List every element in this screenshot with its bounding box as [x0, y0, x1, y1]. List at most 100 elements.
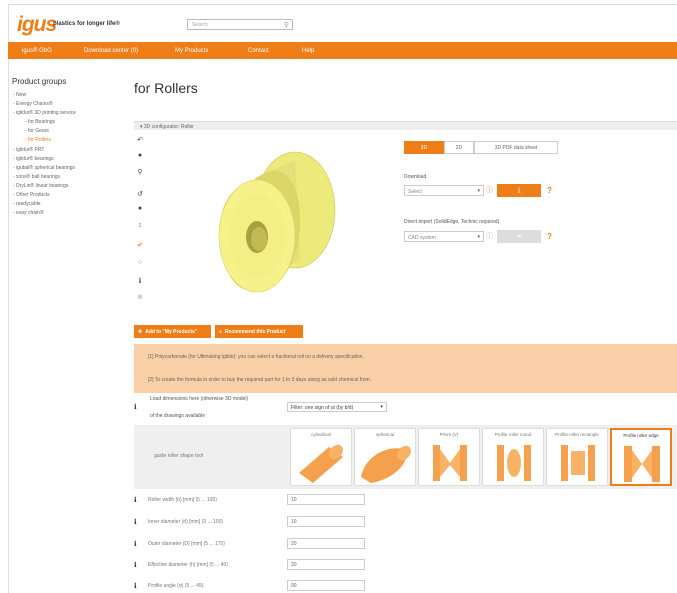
dimension-row: ℹ Outer diameter (D) [mm] (5 ... 175) 20	[134, 538, 374, 550]
dimension-row: ℹ Profile angle (α) (5 ... 45) 90	[134, 580, 374, 592]
material-select[interactable]: Filter: one sign of ut (by b/d) ▾	[287, 402, 387, 412]
notice-box: [1] Polycarbonate (for Ultimaking iglide…	[134, 344, 677, 393]
sidebar-item[interactable]: - Other Products	[13, 192, 50, 198]
sidebar-item[interactable]: - xiros® ball bearings	[13, 174, 60, 180]
info-icon[interactable]: ℹ	[135, 277, 145, 285]
sidebar-item[interactable]: - for Bearings	[25, 119, 55, 125]
sidebar-item[interactable]: - iglidur® PRT	[13, 147, 44, 153]
info-icon[interactable]: ℹ	[134, 540, 137, 548]
measure-icon[interactable]: ↕	[135, 222, 145, 229]
rotate-right-icon[interactable]: ●	[135, 205, 145, 212]
recommend-product-button[interactable]: ⨰ Recommend this Product	[215, 325, 303, 338]
sidebar-title: Product groups	[12, 77, 67, 86]
nav-item-contact[interactable]: Contact	[248, 48, 269, 54]
dimension-value: 10	[291, 519, 297, 525]
config-intro: of the drawings available	[150, 413, 206, 419]
prism-profile-icon	[433, 445, 467, 481]
share-label: Recommend this Product	[224, 328, 286, 335]
info-icon[interactable]: ℹ	[134, 496, 137, 504]
format-select[interactable]: Select ▾	[404, 185, 484, 196]
profile-title: Prism (V)	[439, 432, 459, 437]
share-icon: ⨰	[219, 328, 222, 335]
profile-title: cylindrical	[311, 432, 331, 437]
nav-item-help[interactable]: Help	[302, 48, 314, 54]
profile-option-cylindrical[interactable]: cylindrical	[290, 428, 352, 486]
rectangle-profile-icon	[561, 445, 595, 481]
add-label: Add to "My Products"	[145, 328, 198, 335]
info-circle-icon[interactable]: ⓘ	[486, 231, 493, 241]
search-icon[interactable]: ⚲	[284, 21, 289, 29]
configurator-section-bar[interactable]: ▾ 3D configurator: Roller	[134, 121, 677, 130]
info-icon[interactable]: ℹ	[134, 582, 137, 590]
profile-title: Profile roller edge	[623, 433, 659, 438]
sidebar-item[interactable]: - for Gears	[25, 128, 49, 134]
sidebar-item[interactable]: - New	[13, 92, 26, 98]
import-button[interactable]: ➜	[497, 230, 541, 243]
page-header: igus plastics for longer life® Search ⚲	[8, 4, 677, 42]
sidebar-item[interactable]: - iglidur® 3D printing service	[13, 110, 76, 116]
spherical-profile-icon	[361, 445, 411, 483]
roller-width-input[interactable]: 10	[287, 494, 365, 505]
info-circle-icon[interactable]: ⓘ	[486, 185, 493, 195]
sidebar-item[interactable]: - iglidur® bearings	[13, 156, 54, 162]
profile-option-rectangle[interactable]: Profile roller rectangle	[546, 428, 608, 486]
dimension-value: 90	[291, 583, 297, 589]
sidebar-item[interactable]: - Energy Chains®	[13, 101, 53, 107]
dimension-label: Profile angle (α) (5 ... 45)	[148, 583, 204, 589]
search-input[interactable]: Search ⚲	[187, 19, 293, 30]
notice-line: [2] To create the formula in order to bu…	[148, 377, 372, 383]
cad-system-select[interactable]: CAD system ▾	[404, 231, 484, 242]
info-icon[interactable]: ℹ	[134, 403, 137, 411]
info-icon[interactable]: ℹ	[134, 561, 137, 569]
nav-item-my-products[interactable]: My Products	[175, 48, 208, 54]
dimension-row: ℹ Effective diameter (h) [mm] (5 ... 40)…	[134, 559, 374, 571]
effective-diameter-input[interactable]: 20	[287, 559, 365, 570]
cylindrical-profile-icon	[299, 444, 343, 483]
sidebar-item[interactable]: - DryLin® linear bearings	[13, 183, 68, 189]
section-icon[interactable]: ✔	[135, 241, 145, 249]
add-to-my-products-button[interactable]: ✚ Add to "My Products"	[134, 325, 211, 338]
sidebar-item[interactable]: - readycable	[13, 201, 41, 207]
cad-system-value: CAD system	[408, 235, 436, 241]
nav-item-download-center[interactable]: Download center (0)	[84, 48, 138, 54]
outer-diameter-input[interactable]: 20	[287, 538, 365, 549]
sidebar: Product groups - New - Energy Chains® - …	[8, 59, 120, 593]
download-icon: ⤓	[517, 186, 521, 194]
inner-diameter-input[interactable]: 10	[287, 516, 365, 527]
profile-selector: guide roller shape tool cylindrical sphe…	[134, 425, 677, 489]
roller-3d-model[interactable]	[200, 140, 370, 300]
view-3d-button[interactable]: 3D	[404, 141, 444, 154]
view-3d-pdf-button[interactable]: 3D PDF data sheet	[474, 141, 558, 154]
profile-option-round[interactable]: Profile roller round	[482, 428, 544, 486]
profile-title: Profile roller rectangle	[555, 432, 599, 437]
dimension-label: Roller width (b) [mm] (5 ... 100)	[148, 497, 217, 503]
rotate-icon[interactable]: ↶	[135, 136, 145, 144]
nav-item-igus-gbg[interactable]: igus® GbG	[22, 48, 52, 54]
search-placeholder: Search	[192, 22, 208, 28]
zoom-icon[interactable]: ⚲	[135, 168, 145, 176]
profile-title: Profile roller round	[494, 432, 532, 437]
download-button[interactable]: ⤓	[497, 184, 541, 197]
view-cube-icon[interactable]: ⊕	[135, 293, 145, 301]
profile-angle-input[interactable]: 90	[287, 580, 365, 591]
add-icon: ✚	[138, 328, 143, 335]
dimension-value: 20	[291, 541, 297, 547]
igus-logo[interactable]: igus	[17, 13, 57, 37]
info-icon[interactable]: ℹ	[134, 518, 137, 526]
help-icon[interactable]: ?	[547, 232, 552, 241]
profile-option-prism[interactable]: Prism (V)	[418, 428, 480, 486]
profile-option-spherical[interactable]: spherical	[354, 428, 416, 486]
help-icon[interactable]: ?	[547, 186, 552, 195]
pan-icon[interactable]: ●	[135, 152, 145, 159]
view-2d-button[interactable]: 2D	[444, 141, 474, 154]
rotate-left-icon[interactable]: ↺	[135, 190, 145, 198]
sidebar-item[interactable]: - igubal® spherical bearings	[13, 165, 75, 171]
edge-profile-icon	[624, 446, 660, 482]
reset-icon[interactable]: ○	[135, 259, 145, 266]
sidebar-item[interactable]: - easy chain®	[13, 210, 44, 216]
page-title: for Rollers	[134, 80, 198, 96]
profile-option-edge[interactable]: Profile roller edge	[610, 428, 672, 486]
sidebar-item-active[interactable]: - for Rollers	[25, 137, 51, 143]
dimension-label: Inner diameter (d) [mm] (3 ... 100)	[148, 519, 224, 525]
import-icon: ➜	[516, 234, 522, 240]
